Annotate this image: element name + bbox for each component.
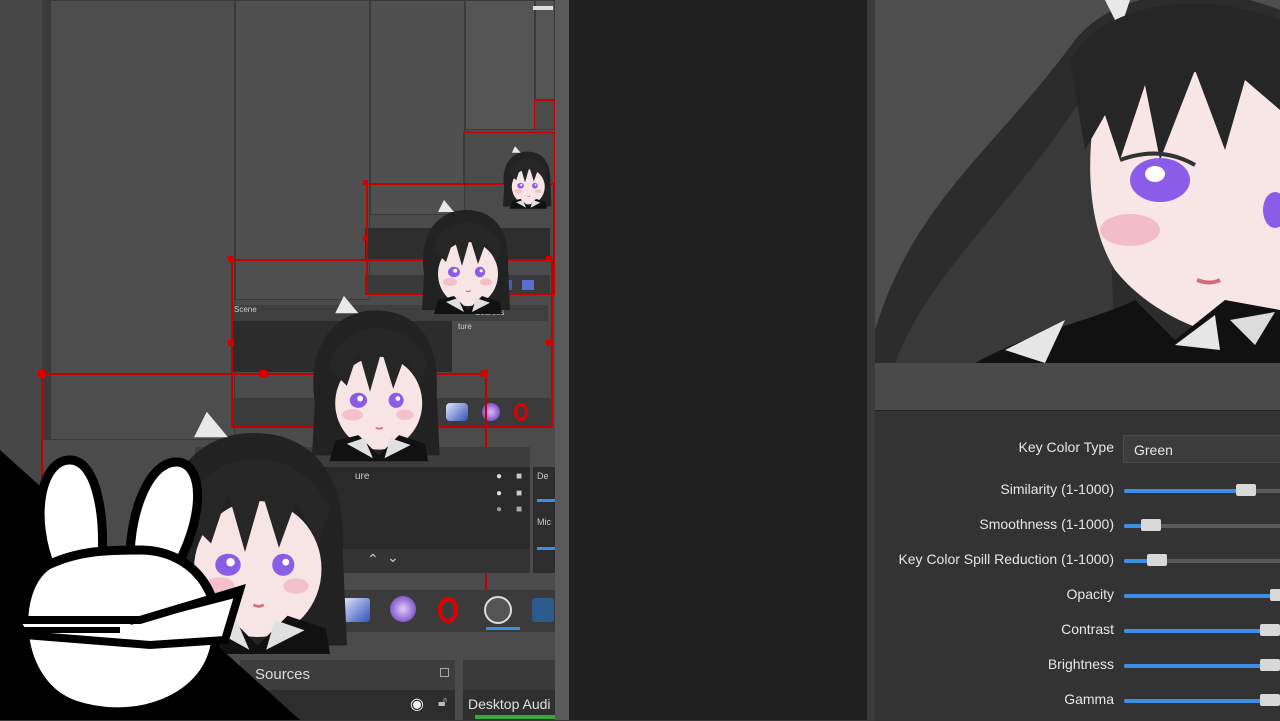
slider-label: Similarity (1-1000) [1000, 481, 1114, 497]
center-dark-panel [569, 0, 867, 720]
slider-track[interactable] [1124, 554, 1280, 566]
slider-track[interactable] [1124, 694, 1280, 706]
splitter[interactable] [867, 0, 875, 720]
chroma-key-settings: Key Color Type Green Similarity (1-1000)… [875, 410, 1280, 721]
lock-icon[interactable]: 🔓︎ [438, 693, 447, 710]
eye-icon[interactable]: ◉ [410, 694, 424, 714]
slider-track[interactable] [1124, 519, 1280, 531]
audio-mixer: Desktop Audi [463, 660, 555, 720]
character-preview-image [875, 0, 1280, 363]
slider-label: Brightness [1047, 656, 1114, 672]
preview-footer [875, 363, 1280, 410]
filter-preview [875, 0, 1280, 363]
slider-fill [1124, 664, 1264, 668]
slider-handle[interactable] [1236, 484, 1256, 496]
key-color-type-label: Key Color Type [1018, 439, 1114, 455]
slider-handle[interactable] [1141, 519, 1161, 531]
slider-track[interactable] [1124, 589, 1280, 601]
slider-label: Key Color Spill Reduction (1-1000) [898, 551, 1114, 567]
slider-fill [1124, 594, 1274, 598]
splitter[interactable] [555, 0, 569, 720]
slider-handle[interactable] [1260, 694, 1280, 706]
key-color-type-select[interactable]: Green [1123, 435, 1280, 463]
slider-track[interactable] [1124, 624, 1280, 636]
bunny-logo [0, 450, 300, 720]
slider-handle[interactable] [1260, 624, 1280, 636]
slider-fill [1124, 699, 1264, 703]
slider-track[interactable] [1124, 484, 1280, 496]
slider-track[interactable] [1124, 659, 1280, 671]
mixer-channel-label: Desktop Audi [468, 696, 551, 712]
slider-handle[interactable] [1260, 659, 1280, 671]
slider-label: Gamma [1064, 691, 1114, 707]
slider-label: Smoothness (1-1000) [979, 516, 1114, 532]
slider-handle[interactable] [1270, 589, 1280, 601]
slider-fill [1124, 489, 1240, 493]
slider-fill [1124, 629, 1264, 633]
slider-label: Opacity [1066, 586, 1114, 602]
slider-label: Contrast [1061, 621, 1114, 637]
audio-mixer-header [463, 660, 555, 690]
audio-meter [475, 715, 555, 719]
float-dock-icon[interactable] [440, 668, 449, 677]
slider-handle[interactable] [1147, 554, 1167, 566]
